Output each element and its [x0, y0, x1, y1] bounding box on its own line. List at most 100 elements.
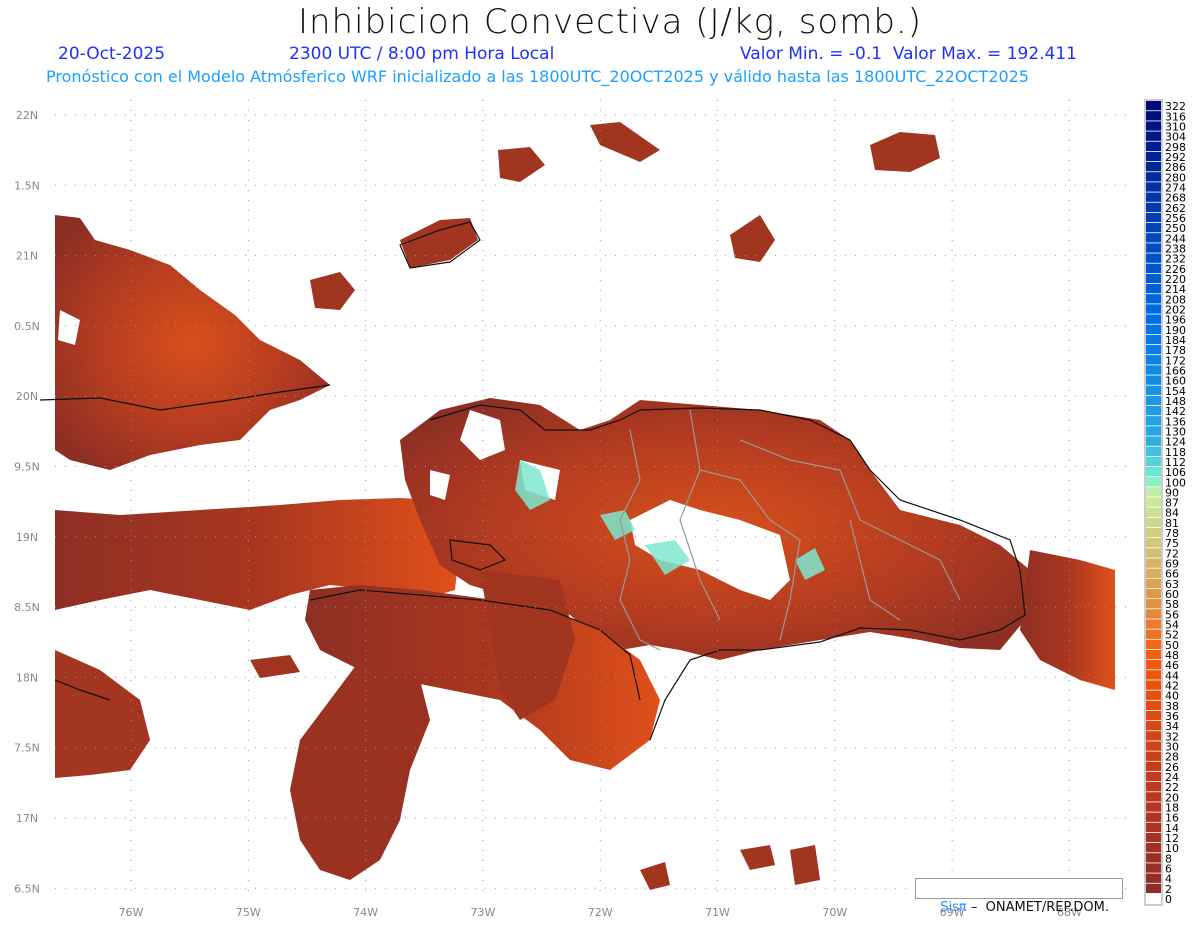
colorbar-swatch: [1146, 314, 1161, 324]
colorbar-swatch: [1146, 680, 1161, 690]
colorbar-swatch: [1146, 182, 1161, 192]
colorbar-swatch: [1146, 273, 1161, 284]
colorbar-swatch: [1146, 822, 1161, 833]
lon-tick-label: 70W: [822, 906, 847, 919]
colorbar-swatch: [1146, 731, 1161, 741]
colorbar-swatch: [1146, 700, 1161, 711]
colorbar-swatch: [1146, 283, 1161, 294]
colorbar-swatch: [1146, 426, 1161, 436]
colorbar-swatch: [1146, 741, 1161, 751]
colorbar-swatch: [1146, 568, 1161, 578]
lat-tick-label: 9.5N: [14, 461, 40, 474]
field-jamaica: [55, 650, 150, 778]
lon-tick-label: 75W: [236, 906, 261, 919]
field-plume: [290, 660, 430, 880]
colorbar-swatch: [1146, 416, 1161, 426]
lat-tick-label: 7.5N: [14, 742, 40, 755]
colorbar-swatch: [1146, 355, 1161, 365]
colorbar-swatch: [1146, 670, 1161, 680]
field-east-band: [1020, 550, 1115, 690]
colorbar-swatch: [1146, 375, 1161, 385]
colorbar-swatch: [1146, 578, 1161, 589]
colorbar-swatch: [1146, 883, 1161, 894]
colorbar-swatch: [1146, 324, 1161, 334]
colorbar-swatch: [1146, 710, 1161, 721]
colorbar-swatch: [1146, 771, 1161, 782]
lat-tick-label: 22N: [16, 109, 38, 122]
colorbar-swatch: [1146, 192, 1161, 202]
colorbar-swatch: [1146, 527, 1161, 538]
colorbar-swatch: [1146, 405, 1161, 416]
colorbar-swatch: [1146, 599, 1161, 609]
colorbar-swatch: [1146, 446, 1161, 456]
colorbar-swatch: [1146, 558, 1161, 568]
colorbar-swatch: [1146, 212, 1161, 223]
colorbar-swatch: [1146, 690, 1161, 700]
colorbar-swatch: [1146, 101, 1161, 111]
colorbar-swatch: [1146, 751, 1161, 761]
lat-tick-label: 17N: [16, 812, 38, 825]
lat-tick-label: 18N: [16, 671, 38, 684]
colorbar-swatch: [1146, 121, 1161, 131]
credit-box: Sisπ – ONAMET/REP.DOM.: [915, 878, 1123, 915]
map-title: Inhibicion Convectiva (J/kg, somb.): [297, 2, 922, 42]
colorbar-swatch: [1146, 436, 1161, 446]
lon-tick-label: 72W: [588, 906, 613, 919]
lat-tick-label: 21N: [16, 250, 38, 263]
colorbar-swatch: [1146, 477, 1161, 487]
colorbar-swatch: [1146, 619, 1161, 629]
colorbar-swatch: [1146, 365, 1161, 375]
lat-tick-label: 6.5N: [14, 882, 40, 895]
colorbar-swatch: [1146, 538, 1161, 548]
cin-field: [55, 122, 1115, 890]
colorbar-swatch: [1146, 497, 1161, 507]
colorbar-swatch: [1146, 832, 1161, 843]
sispi-logo: Sisπ: [940, 900, 967, 915]
colorbar-swatch: [1146, 294, 1161, 304]
colorbar-swatch: [1146, 629, 1161, 639]
map-canvas: 76W75W74W73W72W71W70W69W68W 22N1.5N21N0.…: [14, 99, 1186, 919]
colorbar-swatch: [1146, 812, 1161, 822]
colorbar-swatch: [1146, 782, 1161, 792]
colorbar-swatch: [1146, 263, 1161, 273]
colorbar-swatch: [1146, 843, 1161, 853]
lon-tick-label: 76W: [119, 906, 144, 919]
lon-tick-label: 71W: [705, 906, 730, 919]
colorbar-swatch: [1146, 172, 1161, 182]
colorbar-swatch: [1146, 151, 1161, 162]
lat-tick-label: 1.5N: [14, 179, 40, 192]
colorbar-swatch: [1146, 161, 1161, 172]
colorbar-swatch: [1146, 131, 1161, 141]
lat-tick-label: 19N: [16, 531, 38, 544]
colorbar-swatch: [1146, 334, 1161, 345]
colorbar-swatch: [1146, 639, 1161, 650]
colorbar-swatch: [1146, 609, 1161, 619]
lat-tick-label: 20N: [16, 390, 38, 403]
colorbar-swatch: [1146, 222, 1161, 233]
colorbar-swatch: [1146, 487, 1161, 497]
colorbar-swatch: [1146, 304, 1161, 314]
colorbar-swatch: [1146, 141, 1161, 152]
colorbar-swatch: [1146, 111, 1161, 121]
lon-tick-label: 74W: [353, 906, 378, 919]
forecast-time: 2300 UTC / 8:00 pm Hora Local: [289, 44, 555, 64]
colorbar-swatch: [1146, 456, 1161, 467]
colorbar-swatch: [1146, 721, 1161, 731]
colorbar-swatch: [1146, 761, 1161, 772]
colorbar-swatch: [1146, 202, 1161, 213]
colorbar-swatch: [1146, 660, 1161, 670]
colorbar-swatch: [1146, 385, 1161, 395]
lat-tick-label: 8.5N: [14, 601, 40, 614]
colorbar-swatch: [1146, 893, 1161, 904]
colorbar-swatch: [1146, 649, 1161, 660]
colorbar-swatch: [1146, 243, 1161, 253]
value-range: Valor Min. = -0.1 Valor Max. = 192.411: [740, 44, 1077, 64]
colorbar: 3223163103042982922862802742682622562502…: [1144, 99, 1186, 906]
model-info: Pronóstico con el Modelo Atmósferico WRF…: [46, 67, 1030, 86]
colorbar-swatch: [1146, 802, 1161, 812]
colorbar-label: 0: [1165, 893, 1172, 906]
colorbar-swatch: [1146, 853, 1161, 863]
colorbar-swatch: [1146, 395, 1161, 406]
colorbar-swatch: [1146, 233, 1161, 243]
credit-text: – ONAMET/REP.DOM.: [966, 900, 1110, 915]
